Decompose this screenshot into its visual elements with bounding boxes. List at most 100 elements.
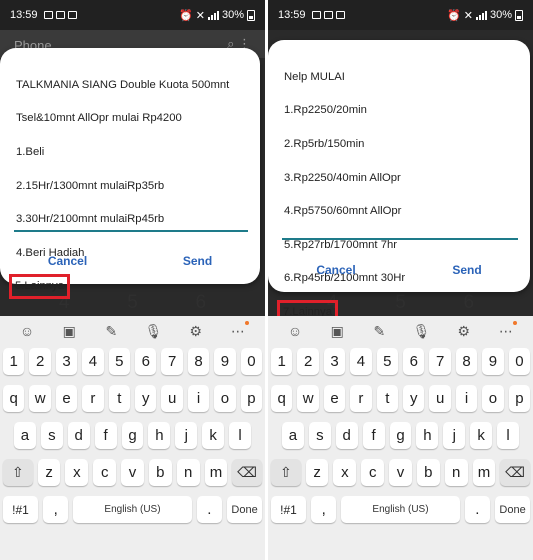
key[interactable]: b	[416, 459, 440, 486]
more-icon[interactable]: ⋯	[227, 320, 249, 340]
key[interactable]: 2	[29, 348, 51, 375]
period-key[interactable]: .	[196, 496, 223, 523]
comma-key[interactable]: ,	[310, 496, 337, 523]
emoji-icon[interactable]: ☺	[16, 323, 38, 339]
key[interactable]: v	[389, 459, 412, 486]
key[interactable]: p	[508, 385, 531, 412]
key[interactable]: y	[403, 385, 425, 412]
key[interactable]: x	[65, 459, 89, 486]
key[interactable]: j	[443, 422, 466, 449]
key[interactable]: g	[121, 422, 144, 449]
key[interactable]: m	[472, 459, 496, 486]
key[interactable]: k	[470, 422, 493, 449]
key[interactable]: m	[204, 459, 228, 486]
backspace-key[interactable]: ⌫	[500, 459, 530, 486]
key[interactable]: k	[202, 422, 225, 449]
space-key[interactable]: English (US)	[73, 496, 192, 523]
key[interactable]: 9	[214, 348, 236, 375]
done-key[interactable]: Done	[227, 496, 262, 523]
key[interactable]: f	[94, 422, 117, 449]
mic-icon[interactable]: 🎙	[143, 323, 165, 340]
key[interactable]: 7	[161, 348, 183, 375]
key[interactable]: f	[362, 422, 385, 449]
comma-key[interactable]: ,	[42, 496, 69, 523]
key[interactable]: 3	[55, 348, 78, 375]
key[interactable]: a	[14, 422, 36, 449]
key[interactable]: w	[297, 385, 319, 412]
key[interactable]: t	[108, 385, 131, 412]
space-key[interactable]: English (US)	[341, 496, 460, 523]
key[interactable]: u	[161, 385, 183, 412]
more-icon[interactable]: ⋯	[495, 320, 517, 340]
key[interactable]: i	[187, 385, 210, 412]
key[interactable]: j	[175, 422, 198, 449]
symbols-key[interactable]: !#1	[3, 496, 38, 523]
key[interactable]: v	[121, 459, 144, 486]
key[interactable]: h	[148, 422, 171, 449]
cancel-button[interactable]: Cancel	[306, 261, 365, 279]
key[interactable]: c	[93, 459, 117, 486]
key[interactable]: e	[55, 385, 78, 412]
period-key[interactable]: .	[464, 496, 491, 523]
shift-key[interactable]: ⇧	[3, 459, 33, 486]
key[interactable]: 1	[3, 348, 25, 375]
sticker-icon[interactable]: ▣	[58, 323, 80, 340]
key[interactable]: l	[229, 422, 252, 449]
key[interactable]: q	[3, 385, 25, 412]
done-key[interactable]: Done	[495, 496, 530, 523]
key[interactable]: r	[82, 385, 104, 412]
key[interactable]: z	[305, 459, 329, 486]
key[interactable]: 5	[108, 348, 131, 375]
key[interactable]: 8	[455, 348, 478, 375]
key[interactable]: 4	[350, 348, 372, 375]
shift-key[interactable]: ⇧	[271, 459, 301, 486]
key[interactable]: 5	[376, 348, 399, 375]
gear-icon[interactable]: ⚙	[185, 323, 207, 340]
key[interactable]: 4	[82, 348, 104, 375]
reply-input[interactable]	[282, 238, 518, 240]
key[interactable]: p	[240, 385, 263, 412]
key[interactable]: 0	[508, 348, 531, 375]
gear-icon[interactable]: ⚙	[453, 323, 475, 340]
key[interactable]: d	[335, 422, 358, 449]
key[interactable]: r	[350, 385, 372, 412]
key[interactable]: t	[376, 385, 399, 412]
key[interactable]: o	[482, 385, 504, 412]
key[interactable]: 6	[403, 348, 425, 375]
handwriting-icon[interactable]: ✎	[100, 323, 122, 340]
key[interactable]: c	[361, 459, 385, 486]
backspace-key[interactable]: ⌫	[232, 459, 262, 486]
key[interactable]: 1	[271, 348, 293, 375]
send-button[interactable]: Send	[173, 252, 222, 270]
cancel-button[interactable]: Cancel	[38, 252, 97, 270]
key[interactable]: d	[67, 422, 90, 449]
key[interactable]: h	[416, 422, 439, 449]
emoji-icon[interactable]: ☺	[284, 323, 306, 339]
key[interactable]: 0	[240, 348, 263, 375]
key[interactable]: l	[497, 422, 520, 449]
key[interactable]: s	[308, 422, 331, 449]
key[interactable]: w	[29, 385, 51, 412]
key[interactable]: n	[176, 459, 200, 486]
key[interactable]: b	[148, 459, 172, 486]
key[interactable]: q	[271, 385, 293, 412]
send-button[interactable]: Send	[442, 261, 491, 279]
key[interactable]: n	[444, 459, 468, 486]
key[interactable]: 7	[429, 348, 451, 375]
key[interactable]: u	[429, 385, 451, 412]
reply-input[interactable]	[14, 230, 248, 232]
key[interactable]: 9	[482, 348, 504, 375]
key[interactable]: g	[389, 422, 412, 449]
key[interactable]: y	[135, 385, 157, 412]
key[interactable]: s	[40, 422, 63, 449]
symbols-key[interactable]: !#1	[271, 496, 306, 523]
key[interactable]: z	[37, 459, 61, 486]
key[interactable]: 6	[135, 348, 157, 375]
key[interactable]: 3	[323, 348, 346, 375]
handwriting-icon[interactable]: ✎	[368, 323, 390, 340]
key[interactable]: a	[282, 422, 304, 449]
key[interactable]: e	[323, 385, 346, 412]
key[interactable]: o	[214, 385, 236, 412]
sticker-icon[interactable]: ▣	[326, 323, 348, 340]
key[interactable]: 2	[297, 348, 319, 375]
